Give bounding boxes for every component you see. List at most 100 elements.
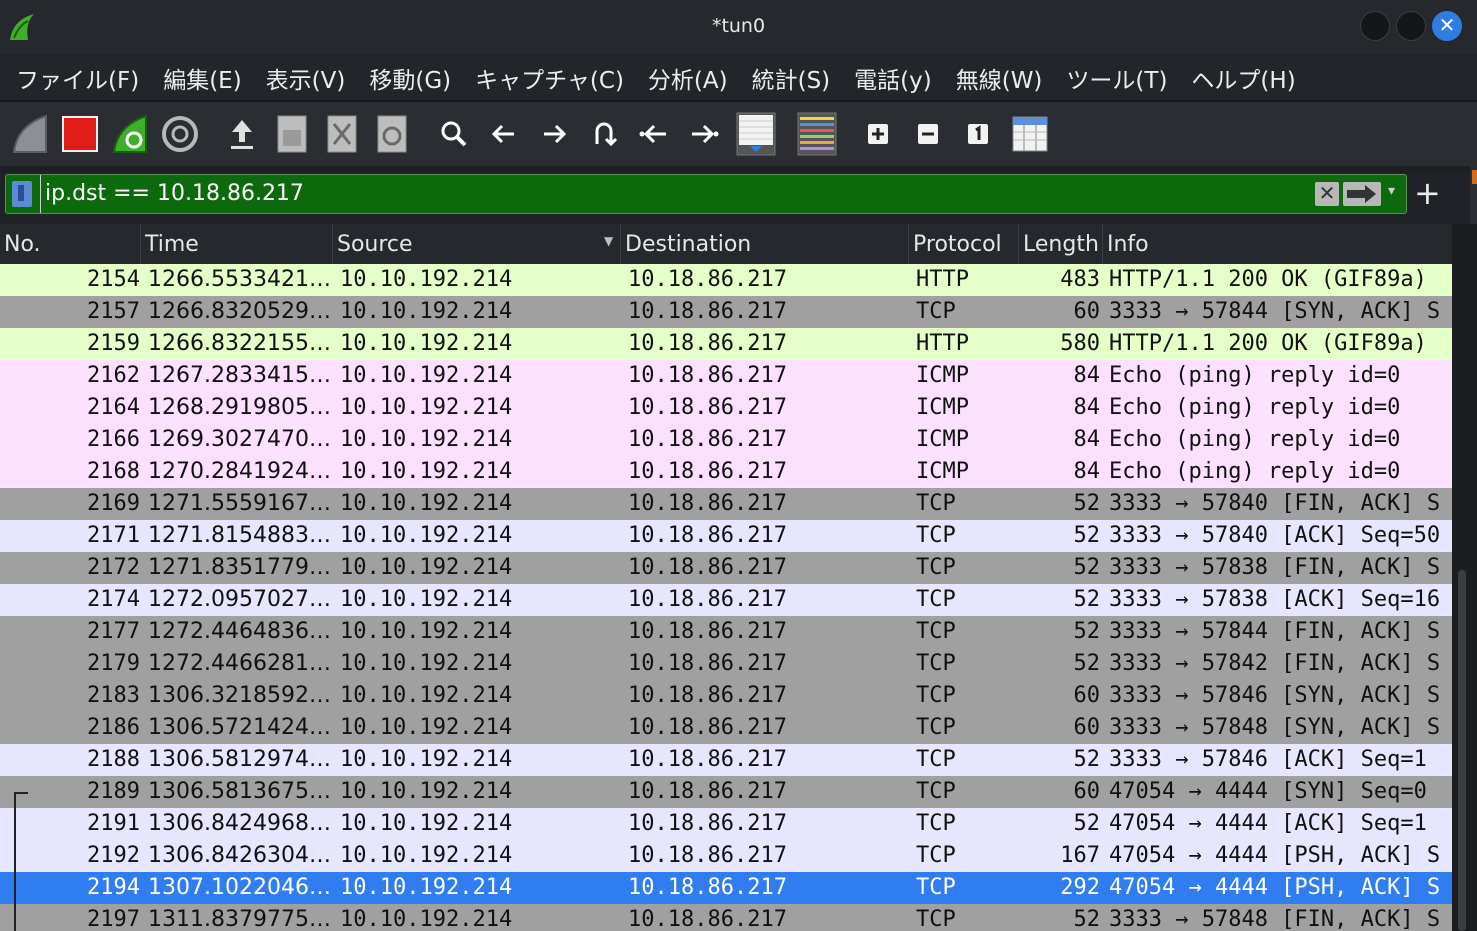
table-row[interactable]: 2172 1271.8351779… 10.10.192.214 10.18.8… [0,552,1452,584]
table-row[interactable]: 2159 1266.8322155… 10.10.192.214 10.18.8… [0,328,1452,360]
cell-info: 3333 → 57848 [FIN, ACK] S [1109,907,1441,931]
column-header-info[interactable]: Info [1103,224,1452,264]
cell-time: 1271.8154883… [148,523,331,548]
restart-capture-button[interactable] [108,112,152,156]
cell-protocol: TCP [916,619,956,644]
maximize-button[interactable] [1396,11,1426,41]
table-row[interactable]: 2186 1306.5721424… 10.10.192.214 10.18.8… [0,712,1452,744]
table-row[interactable]: 2183 1306.3218592… 10.10.192.214 10.18.8… [0,680,1452,712]
menu-telephony[interactable]: 電話(y) [854,61,932,95]
menu-file[interactable]: ファイル(F) [16,61,139,95]
cell-destination: 10.18.86.217 [628,715,787,740]
menu-bar: ファイル(F) 編集(E) 表示(V) 移動(G) キャプチャ(C) 分析(A)… [0,56,1477,100]
table-row[interactable]: 2191 1306.8424968… 10.10.192.214 10.18.8… [0,808,1452,840]
cell-info: Echo (ping) reply id=0 [1109,395,1401,420]
column-header-protocol[interactable]: Protocol [909,224,1019,264]
filter-bookmark-icon[interactable] [12,181,32,207]
table-row[interactable]: 2174 1272.0957027… 10.10.192.214 10.18.8… [0,584,1452,616]
save-file-button[interactable] [270,112,314,156]
cell-destination: 10.18.86.217 [628,619,787,644]
cell-no: 2164 [87,395,140,420]
scrollbar-thumb[interactable] [1458,570,1466,931]
first-packet-button[interactable] [632,112,676,156]
table-row[interactable]: 2197 1311.8379775… 10.10.192.214 10.18.8… [0,904,1452,931]
column-header-time[interactable]: Time [141,224,333,264]
table-row[interactable]: 2154 1266.5533421… 10.10.192.214 10.18.8… [0,264,1452,296]
table-row[interactable]: 2189 1306.5813675… 10.10.192.214 10.18.8… [0,776,1452,808]
menu-edit[interactable]: 編集(E) [163,61,241,95]
cell-protocol: ICMP [916,427,969,452]
clear-filter-button[interactable]: ✕ [1315,182,1339,206]
apply-filter-button[interactable] [1343,182,1381,206]
menu-tools[interactable]: ツール(T) [1066,61,1167,95]
cell-length: 52 [1073,523,1101,548]
cell-protocol: TCP [916,811,956,836]
capture-options-button[interactable] [158,112,202,156]
menu-wireless[interactable]: 無線(W) [956,61,1043,95]
colorize-button[interactable] [795,112,839,156]
filter-history-dropdown-icon[interactable]: ▾ [1388,183,1395,199]
menu-go[interactable]: 移動(G) [369,61,451,95]
cell-destination: 10.18.86.217 [628,523,787,548]
column-header-length[interactable]: Length [1019,224,1103,264]
cell-no: 2168 [87,459,140,484]
cell-time: 1306.8426304… [148,843,331,868]
table-row[interactable]: 2166 1269.3027470… 10.10.192.214 10.18.8… [0,424,1452,456]
normal-size-button[interactable] [956,112,1000,156]
resize-columns-button[interactable] [1008,112,1052,156]
cell-time: 1271.5559167… [148,491,331,516]
cell-no: 2179 [87,651,140,676]
menu-analyze[interactable]: 分析(A) [648,61,728,95]
menu-statistics[interactable]: 統計(S) [752,61,831,95]
column-header-no[interactable]: No. [0,224,141,264]
menu-capture[interactable]: キャプチャ(C) [475,61,624,95]
zoom-in-icon [868,124,888,144]
last-packet-button[interactable] [682,112,726,156]
table-row[interactable]: 2164 1268.2919805… 10.10.192.214 10.18.8… [0,392,1452,424]
go-to-packet-button[interactable] [582,112,626,156]
table-row[interactable]: 2157 1266.8320529… 10.10.192.214 10.18.8… [0,296,1452,328]
capture-options-icon [162,116,198,152]
table-row[interactable]: 2179 1272.4466281… 10.10.192.214 10.18.8… [0,648,1452,680]
table-row[interactable]: 2194 1307.1022046… 10.10.192.214 10.18.8… [0,872,1452,904]
menu-view[interactable]: 表示(V) [266,61,346,95]
start-capture-button[interactable] [8,112,52,156]
open-file-button[interactable] [220,112,264,156]
table-row[interactable]: 2169 1271.5559167… 10.10.192.214 10.18.8… [0,488,1452,520]
cell-info: Echo (ping) reply id=0 [1109,459,1401,484]
table-row[interactable]: 2188 1306.5812974… 10.10.192.214 10.18.8… [0,744,1452,776]
column-header-destination[interactable]: Destination [621,224,909,264]
cell-protocol: ICMP [916,395,969,420]
menu-help[interactable]: ヘルプ(H) [1191,61,1295,95]
go-forward-button[interactable] [532,112,576,156]
minimize-button[interactable] [1360,11,1390,41]
cell-destination: 10.18.86.217 [628,587,787,612]
column-header-source[interactable]: Source [333,224,621,264]
zoom-out-button[interactable] [906,112,950,156]
table-row[interactable]: 2177 1272.4464836… 10.10.192.214 10.18.8… [0,616,1452,648]
cell-destination: 10.18.86.217 [628,811,787,836]
cell-no: 2159 [87,331,140,356]
cell-time: 1269.3027470… [148,427,331,452]
table-row[interactable]: 2171 1271.8154883… 10.10.192.214 10.18.8… [0,520,1452,552]
cell-info: 3333 → 57840 [FIN, ACK] S [1109,491,1441,516]
add-filter-button-icon[interactable]: + [1414,174,1441,214]
close-file-button[interactable] [320,112,364,156]
close-window-button[interactable]: ✕ [1432,11,1462,41]
stop-capture-button[interactable] [58,112,102,156]
display-filter-input[interactable]: ip.dst == 10.18.86.217 [40,175,304,213]
clear-icon: ✕ [1318,181,1336,205]
reload-file-button[interactable] [370,112,414,156]
table-row[interactable]: 2192 1306.8426304… 10.10.192.214 10.18.8… [0,840,1452,872]
cell-destination: 10.18.86.217 [628,395,787,420]
packet-list-header: No. Time Source ▼ Destination Protocol L… [0,224,1452,265]
cell-source: 10.10.192.214 [340,875,513,900]
auto-scroll-button[interactable] [734,112,778,156]
find-packet-button[interactable] [432,112,476,156]
cell-no: 2194 [87,875,140,900]
table-row[interactable]: 2162 1267.2833415… 10.10.192.214 10.18.8… [0,360,1452,392]
table-row[interactable]: 2168 1270.2841924… 10.10.192.214 10.18.8… [0,456,1452,488]
zoom-in-button[interactable] [856,112,900,156]
go-back-button[interactable] [482,112,526,156]
go-forward-icon [544,124,567,144]
